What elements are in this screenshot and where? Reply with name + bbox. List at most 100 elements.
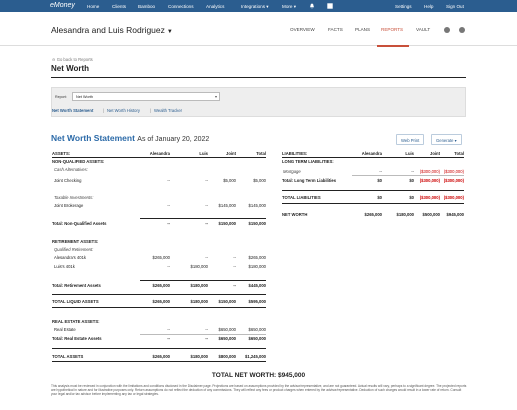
row-label: Total: Retirement Assets: [52, 283, 101, 288]
statement-title: Net Worth Statement As of January 20, 20…: [51, 133, 209, 143]
cell: $265,000: [152, 255, 170, 260]
cell: ($300,000): [443, 178, 464, 183]
col-total: Total: [256, 151, 266, 156]
cell: $265,000: [152, 354, 170, 359]
nav-bamboo[interactable]: Bamboo: [138, 4, 155, 9]
col-alesandra: Alesandra: [149, 151, 170, 156]
row-label: Mortgage: [283, 169, 301, 174]
bell-icon[interactable]: [309, 3, 315, 9]
cell: $0: [377, 178, 382, 183]
row-label: TOTAL LIQUID ASSETS: [52, 299, 99, 304]
nav-analytics[interactable]: Analytics: [206, 4, 224, 9]
row-label: Luis's 401k: [54, 264, 75, 269]
row-label: Total: Long Term Liabilities: [282, 178, 337, 183]
nav-integrations[interactable]: Integrations ▾: [241, 4, 269, 10]
subtotal-rule: [140, 334, 266, 335]
nav-clients[interactable]: Clients: [112, 4, 126, 9]
assets-header-rule: [52, 157, 266, 158]
col-joint: Joint: [429, 151, 440, 156]
nav-sign-out[interactable]: Sign Out: [446, 4, 464, 9]
link-separator-2: |: [150, 108, 152, 113]
subtotal-rule: [140, 280, 266, 281]
cell: $5,000: [223, 178, 236, 183]
back-to-reports-label: Go back to Reports: [56, 57, 93, 62]
gear-icon[interactable]: [444, 27, 450, 33]
cell: $650,000: [248, 336, 266, 341]
nav-connections[interactable]: Connections: [168, 4, 194, 9]
row-label: NET WORTH: [282, 212, 308, 217]
link-net-worth-statement[interactable]: Net Worth Statement: [52, 108, 93, 113]
total-net-worth: TOTAL NET WORTH: $945,000: [211, 372, 306, 379]
cell: $650,000: [218, 327, 236, 332]
subtotal-rule: [352, 175, 464, 176]
liabilities-header: LIABILITIES:: [282, 151, 308, 156]
generate-button[interactable]: Generate ▾: [431, 134, 462, 145]
cell: $150,000: [248, 221, 266, 226]
cell: --: [233, 283, 236, 288]
cell: --: [379, 169, 382, 174]
row-label: Alesandra's 401k: [54, 255, 86, 260]
cell: $145,000: [248, 203, 266, 208]
col-joint: Joint: [225, 151, 236, 156]
total-rule: [282, 203, 464, 204]
cell: --: [167, 327, 170, 332]
cell: $145,000: [218, 203, 236, 208]
message-icon[interactable]: [327, 3, 333, 9]
page-title: Net Worth: [51, 64, 90, 73]
client-header: Alesandra and Luis Rodriguez ▼ OVERVIEW F…: [0, 12, 517, 46]
client-name-dropdown[interactable]: Alesandra and Luis Rodriguez ▼: [51, 25, 173, 35]
row-label: Joint Brokerage: [54, 203, 84, 208]
liabilities-header-rule: [282, 157, 464, 158]
cell: --: [167, 336, 170, 341]
row-label: Real Estate: [54, 327, 76, 332]
chevron-down-icon: ▾: [214, 94, 217, 99]
cell: $265,000: [248, 255, 266, 260]
tab-vault[interactable]: VAULT: [416, 27, 430, 32]
col-luis: Luis: [405, 151, 414, 156]
ret-title: RETIREMENT ASSETS:: [52, 239, 99, 244]
cell: $150,000: [218, 299, 236, 304]
row-label: Joint Checking: [54, 178, 82, 183]
total-rule: [282, 190, 464, 191]
back-to-reports-link[interactable]: ⊖ Go back to Reports: [52, 57, 93, 62]
web-print-button[interactable]: Web Print: [396, 134, 425, 145]
cell: --: [233, 264, 236, 269]
link-wealth-tracker[interactable]: Wealth Tracker: [154, 108, 182, 113]
top-nav-bar: eMoney Home Clients Bamboo Connections A…: [0, 0, 517, 12]
total-rule: [52, 348, 266, 349]
nav-more[interactable]: More ▾: [282, 4, 296, 10]
statement-title-text: Net Worth Statement: [51, 133, 135, 143]
report-label: Report:: [55, 95, 67, 99]
client-name: Alesandra and Luis Rodriguez: [51, 25, 165, 35]
nav-home[interactable]: Home: [87, 4, 99, 9]
tab-plans[interactable]: PLANS: [355, 27, 370, 32]
report-select-value: Net Worth: [76, 94, 94, 99]
nav-help[interactable]: Help: [424, 4, 433, 9]
link-net-worth-history[interactable]: Net Worth History: [107, 108, 140, 113]
taxable-title: Taxable Investments:: [54, 195, 94, 200]
tab-reports[interactable]: REPORTS: [381, 27, 403, 32]
report-select[interactable]: Net Worth ▾: [72, 92, 220, 101]
cell: $150,000: [218, 221, 236, 226]
qualified-title: Qualified Retirement:: [54, 247, 94, 252]
row-label: TOTAL ASSETS: [52, 354, 84, 359]
globe-icon[interactable]: [459, 27, 465, 33]
nav-settings[interactable]: Settings: [395, 4, 412, 9]
cell: $0: [377, 195, 382, 200]
cell: $265,000: [152, 299, 170, 304]
cell: $265,000: [364, 212, 382, 217]
nq-title: NON-QUALIFIED ASSETS:: [52, 159, 105, 164]
cell: $445,000: [248, 283, 266, 288]
emoney-logo[interactable]: eMoney: [50, 2, 75, 9]
cash-title: Cash Alternatives:: [54, 167, 88, 172]
tab-overview[interactable]: OVERVIEW: [290, 27, 315, 32]
cell: $595,000: [248, 299, 266, 304]
cell: --: [167, 178, 170, 183]
col-total: Total: [454, 151, 464, 156]
caret-down-icon: ▼: [166, 29, 173, 35]
col-luis: Luis: [199, 151, 208, 156]
disclaimer-text: This analysis must be reviewed in conjun…: [51, 384, 467, 396]
row-label: TOTAL LIABILITIES: [282, 195, 321, 200]
cell: $180,000: [248, 264, 266, 269]
tab-facts[interactable]: FACTS: [328, 27, 343, 32]
